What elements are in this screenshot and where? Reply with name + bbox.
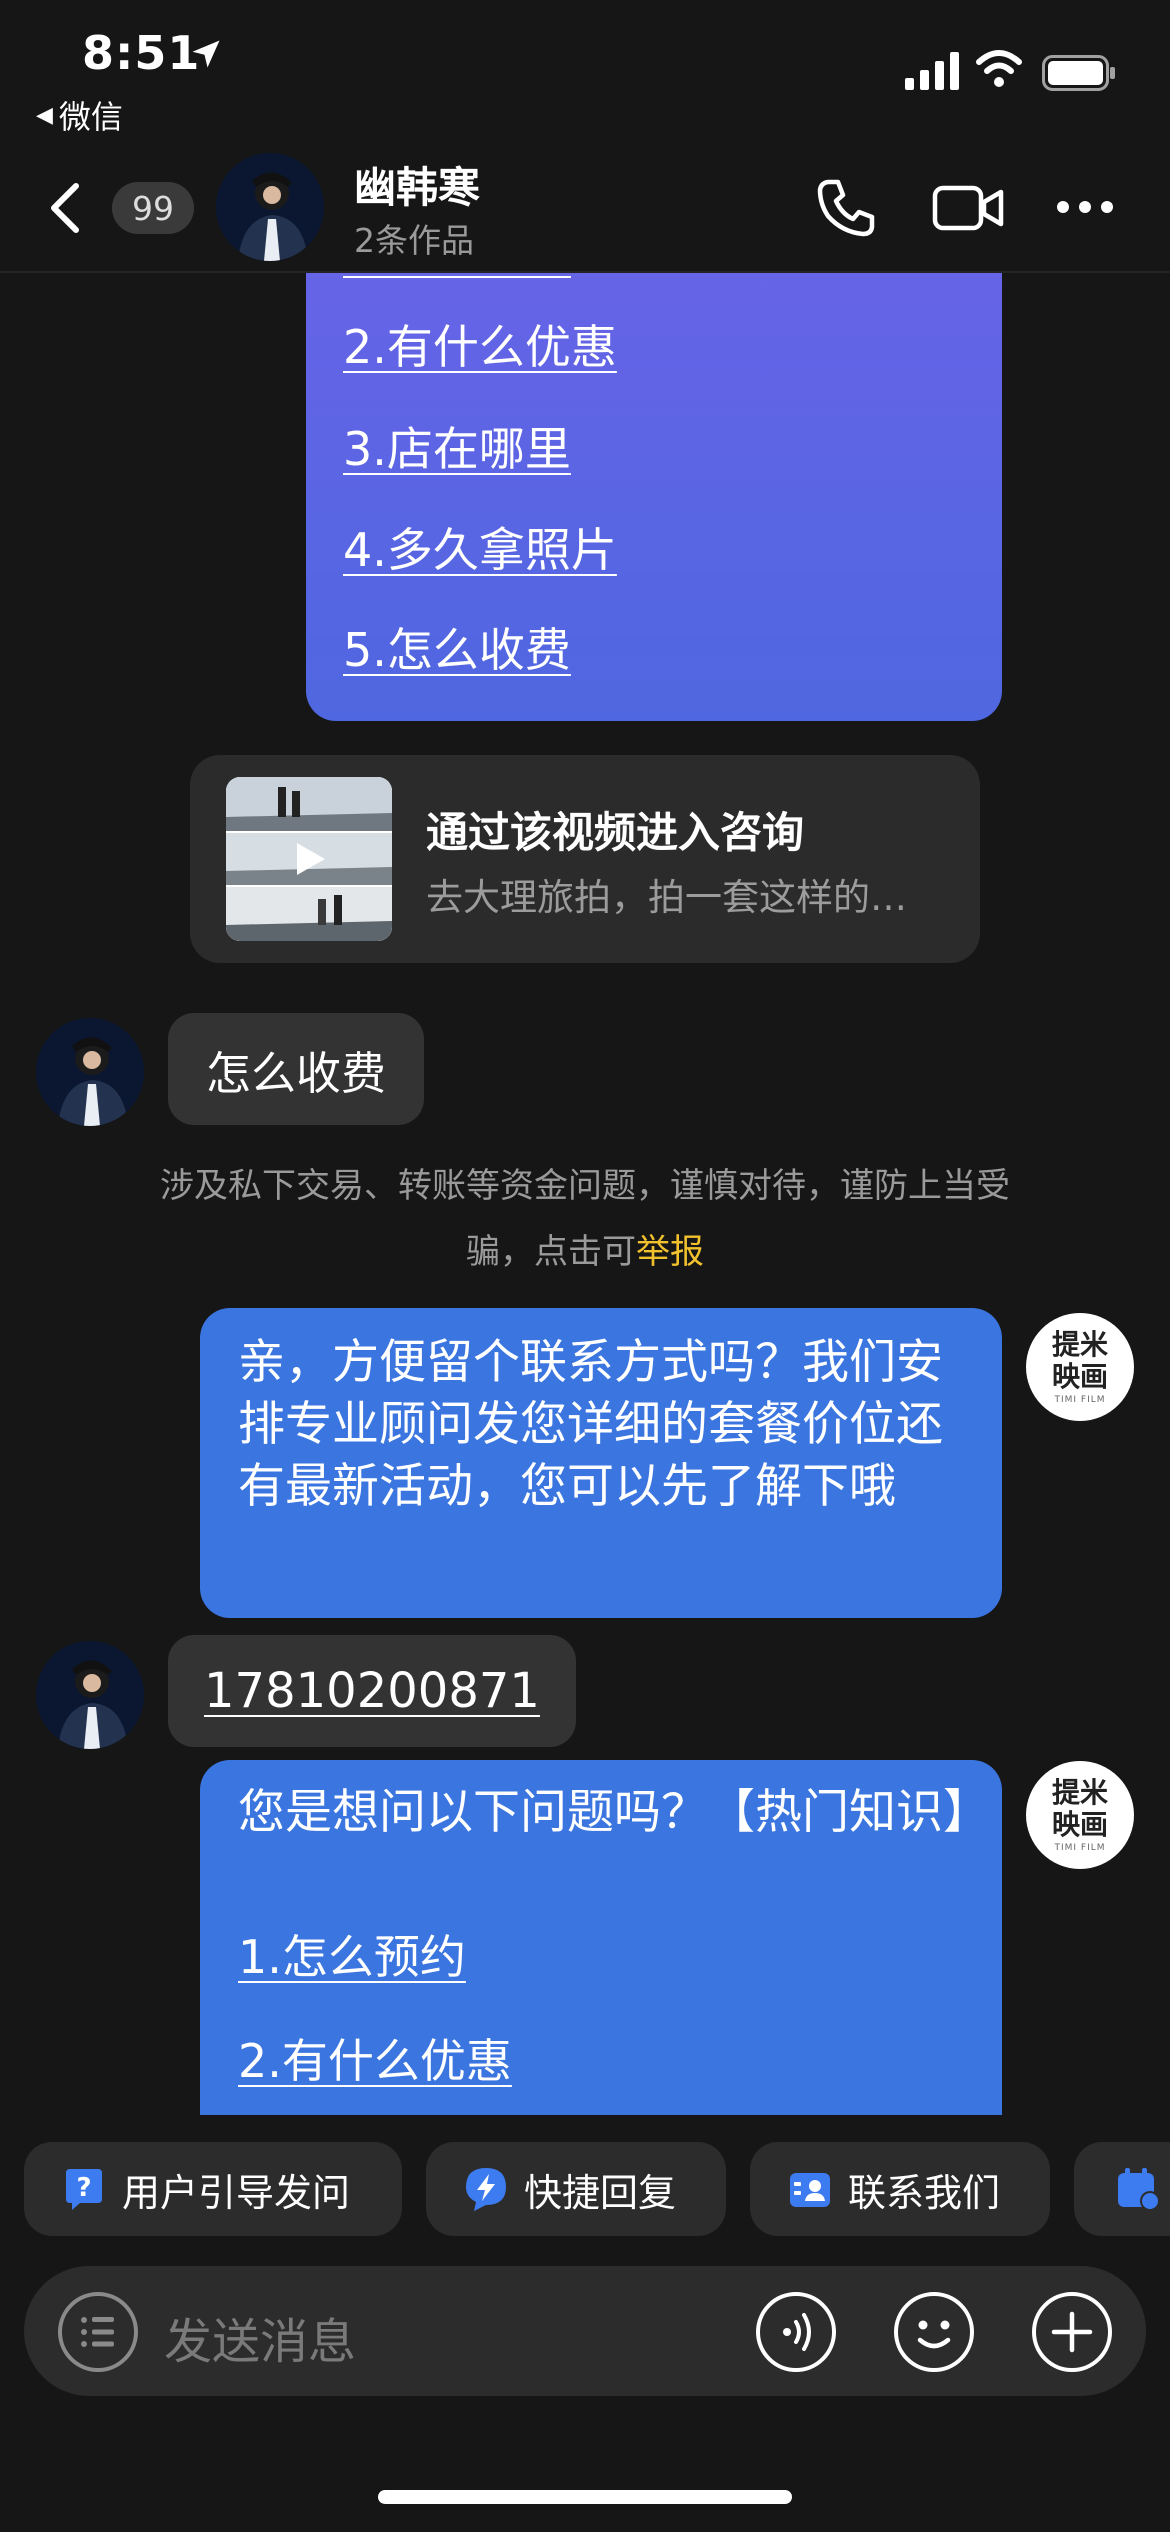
menu-link-discounts[interactable]: 2.有什么优惠 [343,318,617,376]
business-logo-line2: 映画 [1051,1360,1108,1393]
video-consult-card[interactable]: 通过该视频进入咨询 去大理旅拍，拍一套这样的… [190,755,980,963]
person-avatar-icon [36,1018,144,1126]
menu-link-photo-time[interactable]: 4.多久拿照片 [343,521,617,579]
plus-icon[interactable] [1030,2290,1114,2374]
voice-icon[interactable] [754,2290,838,2374]
person-avatar-icon [216,153,324,261]
back-chevron-icon[interactable] [46,180,86,236]
peer-avatar[interactable] [36,1641,144,1749]
signal-icon [905,52,959,90]
home-indicator[interactable] [378,2490,792,2504]
business-message-faq: 您是想问以下问题吗？【热门知识】 1.怎么预约 2.有什么优惠 [200,1760,1002,2115]
contact-card-icon [790,2173,830,2207]
safety-warning: 涉及私下交易、转账等资金问题，谨慎对待，谨防上当受骗，点击可举报 [160,1153,1010,1285]
question-chat-icon: ? [66,2169,102,2210]
report-link[interactable]: 举报 [636,1232,704,1272]
peer-message-text: 怎么收费 [206,1046,387,1100]
quick-action-quick-reply[interactable]: 快捷回复 [426,2142,726,2236]
back-app-label: 微信 [58,98,123,136]
emoji-icon[interactable] [892,2290,976,2374]
person-avatar-icon [36,1641,144,1749]
quick-action-label: 联系我们 [848,2170,1001,2215]
video-call-icon[interactable] [932,182,1004,234]
quick-action-label: 快捷回复 [524,2170,677,2215]
message-input[interactable]: 发送消息 [164,2302,356,2372]
business-logo-line2: 映画 [1051,1808,1108,1841]
business-avatar[interactable]: 提米 映画 TIMI FILM [1026,1313,1134,1421]
play-icon [297,843,325,875]
quick-action-label: 用户引导发问 [122,2170,351,2215]
svg-text:?: ? [76,2173,91,2203]
contact-avatar[interactable] [216,153,324,261]
business-message-text: 亲，方便留个联系方式吗？我们安排专业顾问发您详细的套餐价位还有最新活动，您可以先… [238,1335,943,1514]
faq-link-booking[interactable]: 1.怎么预约 [238,1928,466,1986]
peer-message-phone-number[interactable]: 17810200871 [168,1635,576,1747]
menu-link-location[interactable]: 3.店在哪里 [343,420,571,478]
video-thumbnail [226,777,392,941]
status-time: 8:51 [82,26,201,80]
calendar-clock-icon [1118,2168,1160,2211]
list-icon[interactable] [56,2290,140,2374]
video-card-title: 通过该视频进入咨询 [426,808,805,857]
back-to-app-link[interactable]: ◀ 微信 [36,92,123,138]
business-message-contact: 亲，方便留个联系方式吗？我们安排专业顾问发您详细的套餐价位还有最新活动，您可以先… [200,1308,1002,1618]
business-avatar[interactable]: 提米 映画 TIMI FILM [1026,1761,1134,1869]
contact-name: 幽韩寒 [354,163,481,212]
quick-action-contact-us[interactable]: 联系我们 [750,2142,1050,2236]
safety-warning-text: 涉及私下交易、转账等资金问题，谨慎对待，谨防上当受骗，点击可 [160,1166,1010,1272]
chat-scroll-area[interactable]: 1.怎么预约 2.有什么优惠 3.店在哪里 4.多久拿照片 5.怎么收费 [0,273,1170,2115]
quick-action-calendar[interactable] [1074,2142,1170,2236]
unread-count-badge[interactable]: 99 [112,182,194,234]
contact-subtitle[interactable]: 2条作品 [354,214,474,262]
business-logo-line1: 提米 [1051,1328,1108,1361]
faq-question: 您是想问以下问题吗？【热门知识】 [238,1785,990,1840]
lightning-chat-icon [466,2168,506,2211]
phone-number-link[interactable]: 17810200871 [204,1663,540,1719]
quick-action-guided-question[interactable]: ? 用户引导发问 [24,2142,402,2236]
menu-link-pricing[interactable]: 5.怎么收费 [343,621,571,679]
phone-icon[interactable] [814,176,878,240]
peer-avatar[interactable] [36,1018,144,1126]
more-icon[interactable] [1054,196,1116,218]
menu-link-booking[interactable]: 1.怎么预约 [343,273,571,281]
message-composer[interactable]: 发送消息 [24,2266,1146,2396]
peer-message-pricing: 怎么收费 [168,1013,425,1125]
location-arrow-icon [192,40,220,68]
battery-icon [1042,55,1115,91]
back-triangle-icon: ◀ [36,102,53,128]
video-card-description: 去大理旅拍，拍一套这样的… [426,876,907,919]
faq-menu-bubble: 1.怎么预约 2.有什么优惠 3.店在哪里 4.多久拿照片 5.怎么收费 [306,273,1002,721]
business-logo-small: TIMI FILM [1054,1395,1106,1405]
business-logo-small: TIMI FILM [1054,1843,1106,1853]
wifi-icon [976,50,1022,87]
faq-link-discounts[interactable]: 2.有什么优惠 [238,2032,512,2090]
business-logo-line1: 提米 [1051,1776,1108,1809]
